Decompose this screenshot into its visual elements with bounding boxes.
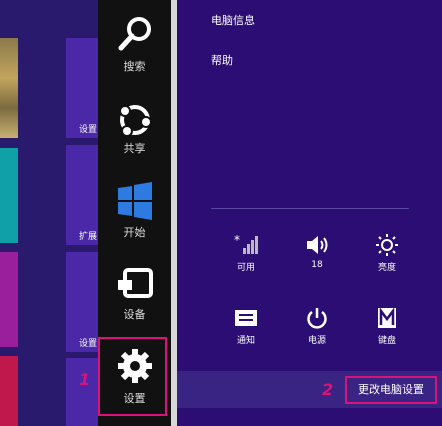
tile-red[interactable] <box>0 356 18 426</box>
share-icon <box>118 105 152 137</box>
charm-label: 开始 <box>123 226 146 239</box>
windows-icon <box>117 182 152 220</box>
help-link[interactable]: 帮助 <box>211 52 233 68</box>
tile-label: 设置 <box>79 339 98 349</box>
volume-icon <box>307 236 328 254</box>
keyboard-button[interactable]: 键盘 <box>362 307 412 346</box>
charm-start[interactable]: 开始 <box>98 176 171 256</box>
network-icon: * <box>234 234 258 254</box>
tile-bottom[interactable] <box>66 358 98 426</box>
tile-extend[interactable]: 扩展 <box>66 145 98 245</box>
quick-label: 通知 <box>236 336 255 346</box>
tile-photo[interactable] <box>0 38 18 138</box>
tile-settings-1[interactable]: 设置 <box>66 38 98 138</box>
search-icon <box>118 17 151 51</box>
charm-devices[interactable]: 设备 <box>98 258 171 338</box>
keyboard-icon <box>378 307 396 328</box>
brightness-button[interactable]: 亮度 <box>362 234 412 273</box>
charm-label: 搜索 <box>123 60 146 73</box>
settings-pane: 电脑信息 帮助 * 可用 18 亮度 通知 电源 键盘 更改电脑设置 2 <box>177 0 442 426</box>
charms-bar: 搜索 共享 开始 设备 设置 <box>98 0 171 426</box>
start-screen: 设置 扩展 设置 <box>0 0 100 426</box>
tile-label: 扩展 <box>79 232 98 242</box>
tile-magenta[interactable] <box>0 252 18 347</box>
change-pc-settings-button[interactable]: 更改电脑设置 <box>345 376 437 404</box>
charm-search[interactable]: 搜索 <box>98 8 171 88</box>
network-button[interactable]: * 可用 <box>221 234 271 273</box>
pc-info-link[interactable]: 电脑信息 <box>211 12 255 28</box>
brightness-icon <box>376 234 398 256</box>
quick-label: 18 <box>311 260 323 270</box>
quick-label: 键盘 <box>377 336 396 346</box>
tile-teal[interactable] <box>0 148 18 243</box>
svg-text:*: * <box>234 234 240 247</box>
quick-label: 可用 <box>236 263 255 273</box>
charm-label: 设备 <box>123 308 146 321</box>
quick-label: 电源 <box>307 336 326 346</box>
tile-label: 设置 <box>79 125 98 135</box>
power-icon <box>307 308 327 329</box>
power-button[interactable]: 电源 <box>292 307 342 346</box>
notifications-button[interactable]: 通知 <box>221 307 271 346</box>
charm-share[interactable]: 共享 <box>98 92 171 172</box>
notifications-icon <box>235 310 257 326</box>
settings-highlight-box <box>98 337 167 416</box>
step-number-2: 2 <box>322 380 334 399</box>
devices-icon <box>117 268 153 298</box>
charm-label: 共享 <box>123 142 146 155</box>
tile-settings-2[interactable]: 设置 <box>66 252 98 352</box>
step-number-1: 1 <box>79 370 91 389</box>
volume-button[interactable]: 18 <box>292 234 342 270</box>
divider <box>211 208 409 209</box>
quick-label: 亮度 <box>377 263 396 273</box>
